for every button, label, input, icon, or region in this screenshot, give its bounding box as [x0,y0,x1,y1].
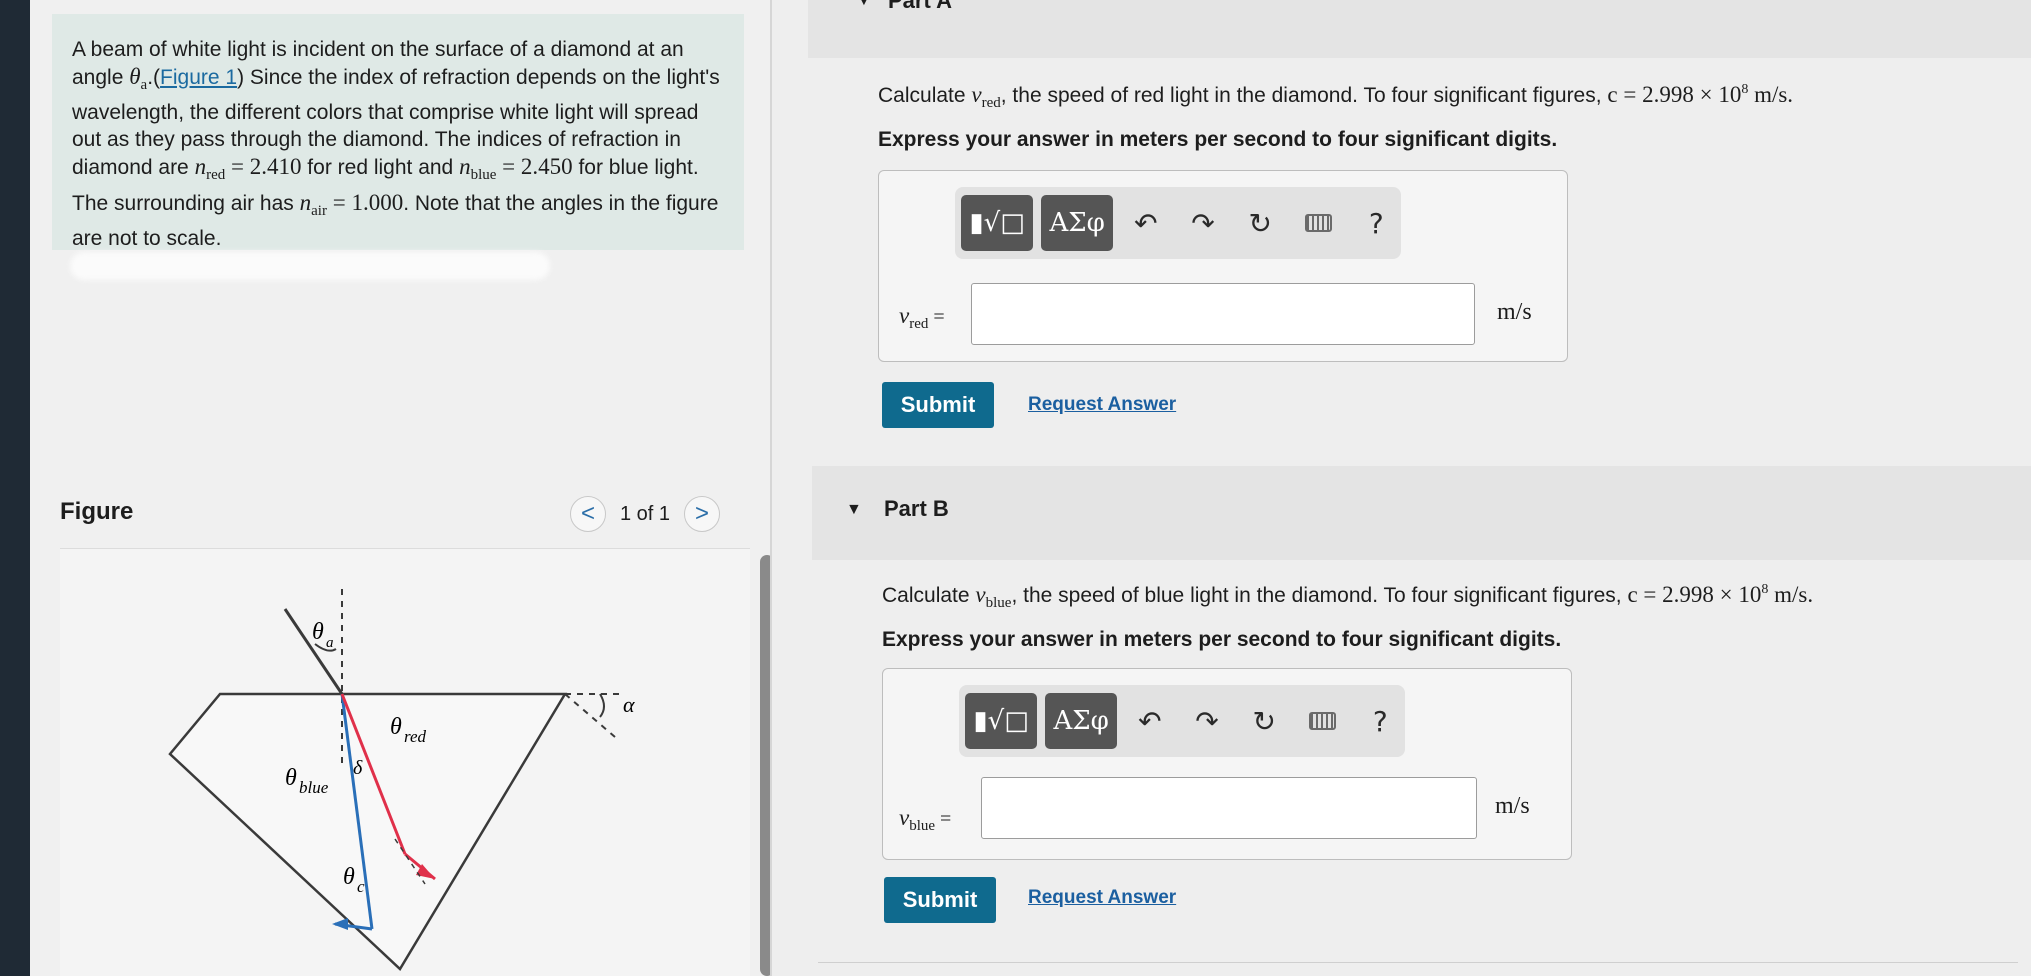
v-red-input[interactable] [971,283,1475,345]
undo-icon[interactable]: ↶ [1121,207,1170,240]
part-a-answer-box: ▮√□ ΑΣφ ↶ ↷ ↻ ? vred = m/s [878,170,1568,362]
delta-label: δ [353,757,363,779]
greek-symbols-button[interactable]: ΑΣφ [1041,195,1114,251]
templates-icon: ▮√□ [969,208,1025,238]
part-b-header[interactable]: ▼ Part B [812,466,2031,560]
v-blue-label: vblue = [899,805,952,834]
part-b-instruction: Express your answer in meters per second… [882,628,1562,651]
part-a-unit: m/s [1497,299,1532,325]
n-air-symbol: nair [299,190,327,219]
bottom-divider [818,962,2018,963]
part-b-answer-box: ▮√□ ΑΣφ ↶ ↷ ↻ ? vblue = m/s [882,668,1572,860]
keyboard-icon[interactable] [1304,214,1332,232]
part-b-request-answer-link[interactable]: Request Answer [1028,887,1176,909]
screen-glare [70,252,550,280]
theta-red-label: θ [390,714,402,740]
part-a-header[interactable]: ▼ Part A [808,0,2031,58]
part-b-question: Calculate vblue, the speed of blue light… [882,582,1814,611]
next-figure-button[interactable]: > [684,496,721,532]
blue-arrowhead [332,918,348,930]
part-b-math-toolbar: ▮√□ ΑΣφ ↶ ↷ ↻ ? [959,685,1405,757]
part-b-caret-icon: ▼ [846,501,862,518]
part-b-submit-button[interactable]: Submit [884,877,996,923]
help-icon[interactable]: ? [1356,705,1405,738]
left-panel: A beam of white light is incident on the… [30,0,774,976]
theta-red-sub: red [404,727,427,746]
greek-symbols-button[interactable]: ΑΣφ [1045,693,1118,749]
reset-icon[interactable]: ↻ [1236,207,1285,240]
n-red-symbol: nred [194,154,226,183]
part-b-label: Part B [884,496,949,521]
part-a-caret-icon: ▼ [856,0,872,9]
alpha-label: α [623,692,635,717]
help-icon[interactable]: ? [1352,207,1401,240]
theta-a-label: θ [312,619,324,645]
alpha-arc [599,693,605,718]
chevron-right-icon: > [695,500,710,527]
part-a-request-answer-link[interactable]: Request Answer [1028,394,1176,416]
figure-canvas: θ a θ blue θ red δ θ c α [60,548,750,976]
templates-button[interactable]: ▮√□ [961,195,1034,251]
figure-link[interactable]: Figure 1 [160,66,237,89]
figure-pager: < 1 of 1 > [570,496,721,532]
pager-count: 1 of 1 [620,502,671,525]
greek-symbols-icon: ΑΣφ [1049,208,1105,238]
templates-button[interactable]: ▮√□ [965,693,1038,749]
prev-figure-button[interactable]: < [570,496,606,532]
theta-c-label: θ [343,864,355,890]
keyboard-icon[interactable] [1308,712,1336,730]
v-red-label: vred = [899,303,945,332]
alpha-guide-extension [564,693,616,738]
undo-icon[interactable]: ↶ [1125,705,1174,738]
figure-title: Figure [60,498,134,525]
part-a-math-toolbar: ▮√□ ΑΣφ ↶ ↷ ↻ ? [955,187,1401,259]
redo-icon[interactable]: ↷ [1178,207,1227,240]
chevron-left-icon: < [580,500,595,527]
theta-blue-sub: blue [299,778,329,797]
theta-c-sub: c [357,877,365,896]
theta-a-symbol: θa [129,64,148,93]
part-a-instruction: Express your answer in meters per second… [878,128,1558,151]
screen-edge [0,0,30,976]
redo-icon[interactable]: ↷ [1182,705,1231,738]
part-a-question: Calculate vred, the speed of red light i… [878,82,1794,111]
part-b-unit: m/s [1495,793,1530,819]
n-blue-symbol: nblue [459,154,497,183]
greek-symbols-icon: ΑΣφ [1053,706,1109,736]
theta-a-sub: a [326,635,334,651]
diamond-diagram: θ a θ blue θ red δ θ c α [168,589,635,971]
part-a-submit-button[interactable]: Submit [882,382,994,428]
theta-blue-label: θ [285,765,297,791]
templates-icon: ▮√□ [973,706,1029,736]
part-a-label: Part A [888,0,952,13]
v-blue-input[interactable] [981,777,1477,839]
right-panel: ▼ Part A Calculate vred, the speed of re… [772,0,2031,976]
reset-icon[interactable]: ↻ [1240,705,1289,738]
problem-statement: A beam of white light is incident on the… [52,14,744,250]
